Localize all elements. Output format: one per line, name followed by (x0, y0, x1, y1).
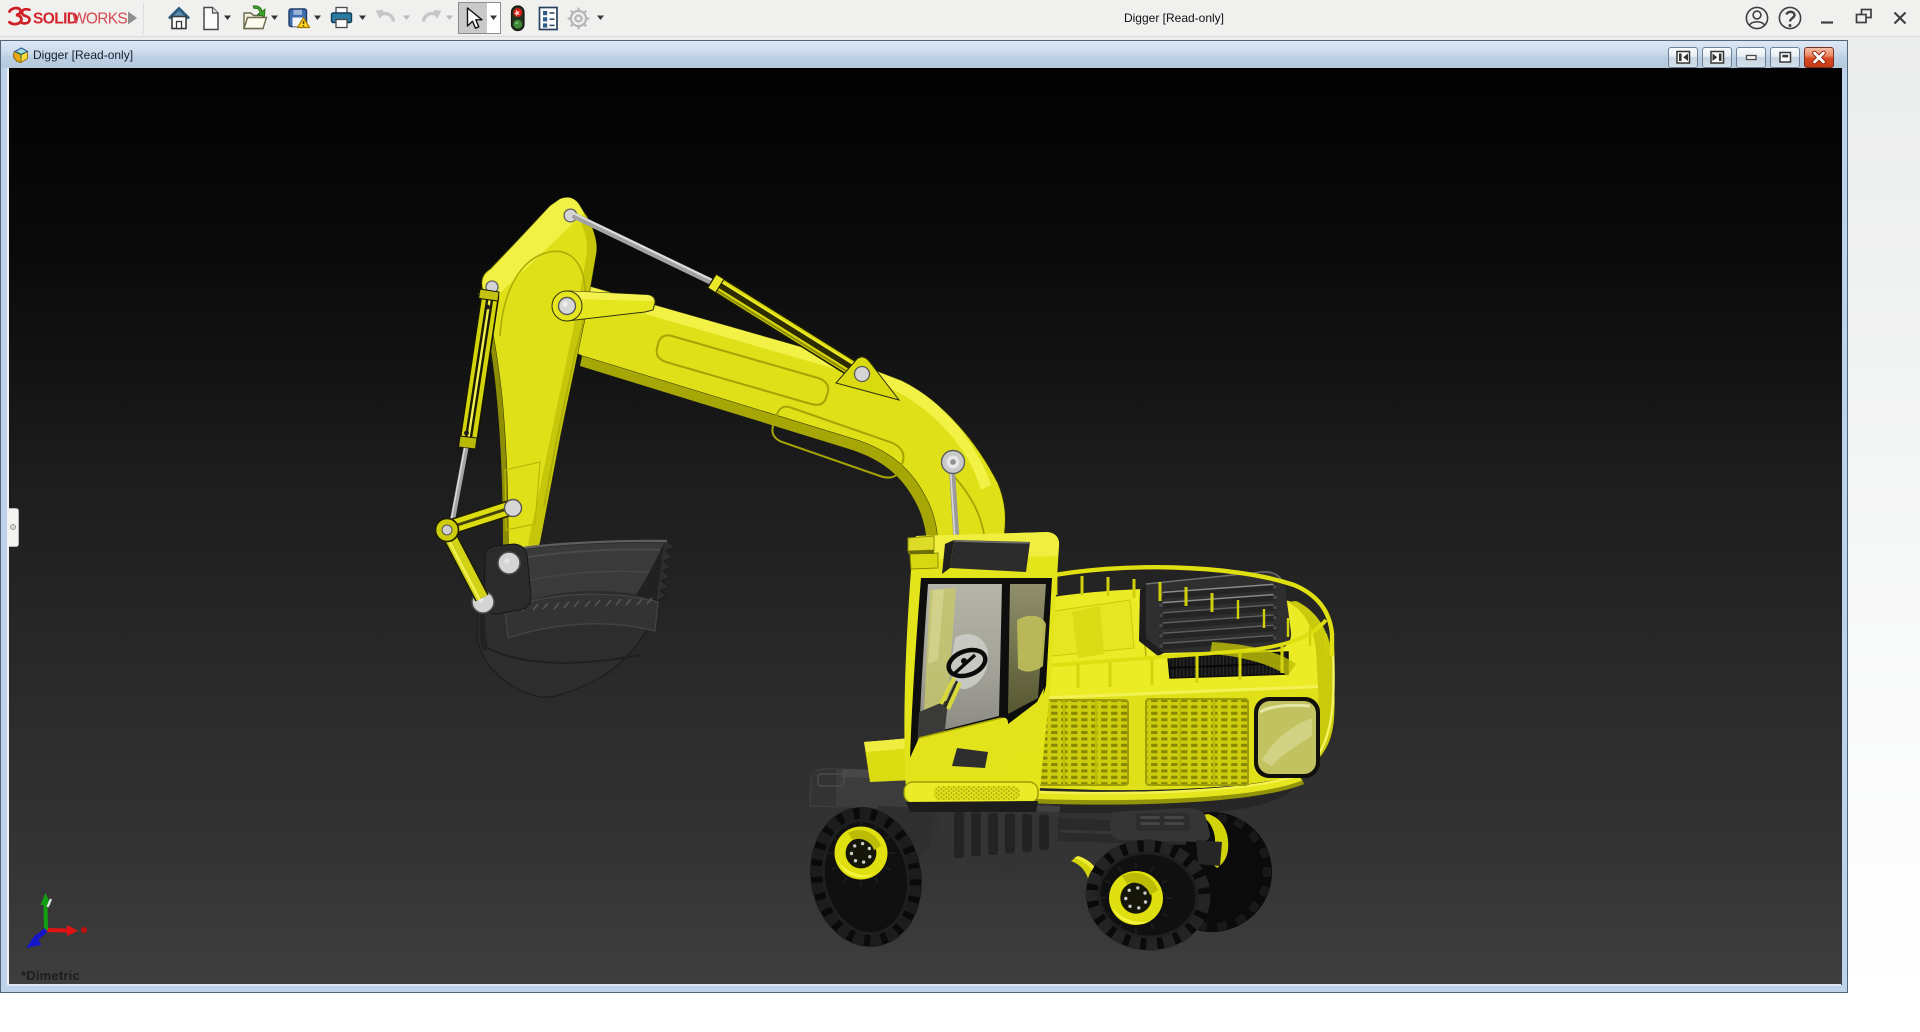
svg-text:WORKS: WORKS (72, 11, 127, 28)
